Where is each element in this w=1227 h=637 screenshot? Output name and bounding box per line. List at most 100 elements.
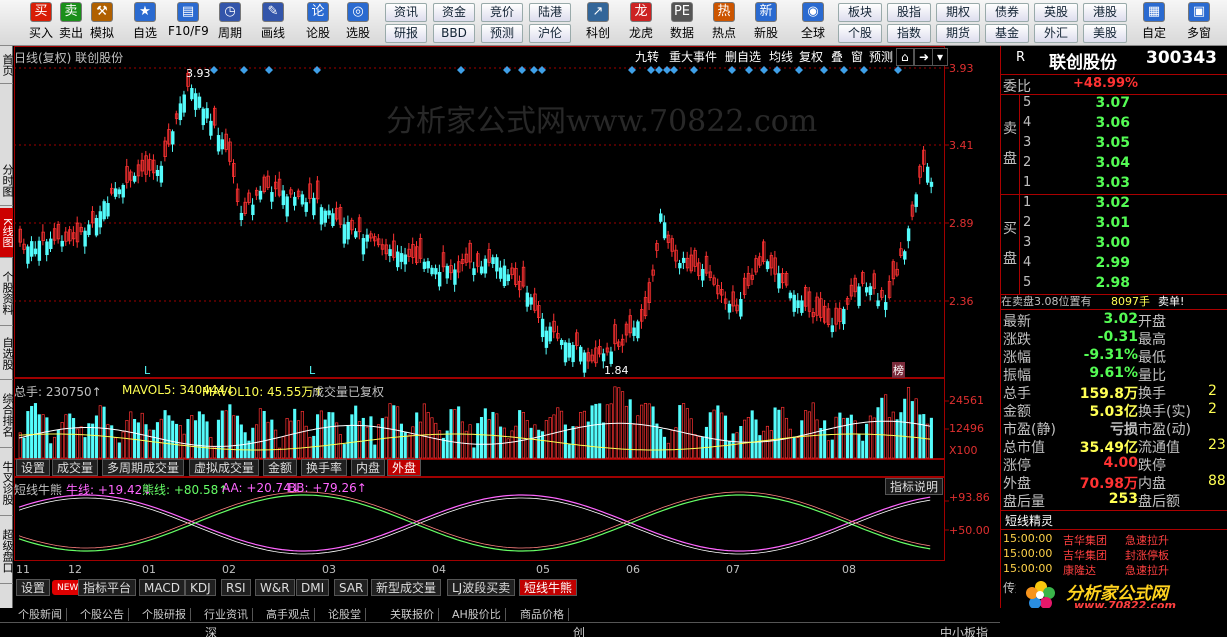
tab-diagnosis[interactable]: 牛叉诊股 xyxy=(0,450,13,516)
sell-level-row[interactable]: 5 3.07 xyxy=(1001,95,1227,115)
toolbar: 买买入 卖卖出 ⚒ 模拟 ★ 自选 ▤ F10/F9 ◷ 周期 ✎ 画线 论论股 ◎ 选股 … xyxy=(0,0,1227,46)
news-tab[interactable]: 个股新闻 xyxy=(14,608,67,621)
multiwindow-button[interactable]: ▣ 多窗 xyxy=(1183,2,1215,41)
market-sme-index[interactable]: 中小板指 xyxy=(940,624,988,637)
vol-tab-multi-period[interactable]: 多周期成交量 xyxy=(102,459,185,476)
f10-button[interactable]: ▤ F10/F9 xyxy=(168,2,209,38)
ind-tab-rsi[interactable]: RSI xyxy=(221,579,251,596)
market-chinext[interactable]: 创 xyxy=(573,624,585,637)
chevron-down-icon[interactable]: ▾ xyxy=(932,48,949,66)
news-tab[interactable]: AH股价比 xyxy=(448,608,506,621)
buy-level-row[interactable]: 3 3.00 xyxy=(1001,235,1227,255)
vol-tab-virtual[interactable]: 虚拟成交量 xyxy=(189,459,260,476)
ind-tab-lj-wave[interactable]: LJ波段买卖 xyxy=(447,579,516,596)
lock-icon[interactable]: ⌂ xyxy=(896,48,914,66)
ind-tab-platform[interactable]: 指标平台 xyxy=(78,579,137,596)
sell-button[interactable]: 卖卖出 xyxy=(58,2,84,41)
data-button[interactable]: PE 数据 xyxy=(666,2,698,41)
draw-line-button[interactable]: ✎ 画线 xyxy=(258,2,288,41)
ind-tab-kdj[interactable]: KDJ xyxy=(185,579,216,596)
tab-moving-average[interactable]: 均线 xyxy=(764,48,799,66)
tab-watchlist[interactable]: 自选股 xyxy=(0,328,13,380)
forecast-grid-button[interactable]: 预测 xyxy=(481,24,523,43)
rank-marker[interactable]: 榜 xyxy=(892,362,905,378)
fund-grid-button[interactable]: 资金 xyxy=(433,3,475,22)
ind-tab-wr[interactable]: W&R xyxy=(255,579,295,596)
index-grid-button[interactable]: 指数 xyxy=(887,24,931,43)
news-tab[interactable]: 个股研报 xyxy=(138,608,191,621)
vol-tab-settings[interactable]: 设置 xyxy=(16,459,51,476)
auction-grid-button[interactable]: 竞价 xyxy=(481,3,523,22)
ind-tab-dmi[interactable]: DMI xyxy=(296,579,330,596)
simulate-button[interactable]: ⚒ 模拟 xyxy=(89,2,115,41)
sell-level-row[interactable]: 3 3.05 xyxy=(1001,135,1227,155)
ind-tab-short-bull-bear[interactable]: 短线牛熊 xyxy=(519,579,578,596)
ind-tab-settings[interactable]: 设置 xyxy=(16,579,51,596)
ind-tab-macd[interactable]: MACD xyxy=(139,579,185,596)
vol-tab-amount[interactable]: 金额 xyxy=(263,459,298,476)
funds-grid-button[interactable]: 基金 xyxy=(985,24,1029,43)
news-tab[interactable]: 关联报价 xyxy=(386,608,439,621)
buy-level-row[interactable]: 1 3.02 xyxy=(1001,195,1227,215)
market-shenzhen[interactable]: 深 xyxy=(205,624,217,637)
vol-tab-turnover[interactable]: 换手率 xyxy=(301,459,348,476)
hot-button[interactable]: 热热点 xyxy=(708,2,740,41)
news-grid-button[interactable]: 资讯 xyxy=(385,3,427,22)
index-futures-grid-button[interactable]: 股指 xyxy=(887,3,931,22)
options-grid-button[interactable]: 期权 xyxy=(936,3,980,22)
sell-level-row[interactable]: 2 3.04 xyxy=(1001,155,1227,175)
longhu-button[interactable]: 龙龙虎 xyxy=(625,2,657,41)
stock-picker-button[interactable]: ◎ 选股 xyxy=(343,2,373,41)
news-tab[interactable]: 个股公告 xyxy=(76,608,129,621)
kechuang-button[interactable]: ↗ 科创 xyxy=(582,2,614,41)
custom-button[interactable]: ▦ 自定 xyxy=(1138,2,1170,41)
tab-remove-watchlist[interactable]: 删自选 xyxy=(720,48,767,66)
vol-tab-volume[interactable]: 成交量 xyxy=(52,459,99,476)
news-tab[interactable]: 论股堂 xyxy=(324,608,366,621)
research-grid-button[interactable]: 研报 xyxy=(385,24,427,43)
discuss-button[interactable]: 论论股 xyxy=(303,2,333,41)
sector-grid-button[interactable]: 板块 xyxy=(838,3,882,22)
tab-forecast[interactable]: 预测 xyxy=(864,48,899,66)
indicator-help-button[interactable]: 指标说明 xyxy=(885,478,944,495)
us-stocks-grid-button[interactable]: 美股 xyxy=(1083,24,1127,43)
individual-grid-button[interactable]: 个股 xyxy=(838,24,882,43)
stat-label: 总市值 xyxy=(1003,440,1045,456)
tab-adjust-price[interactable]: 复权 xyxy=(794,48,829,66)
bbd-grid-button[interactable]: BBD xyxy=(433,24,475,43)
sell-level-row[interactable]: 1 3.03 xyxy=(1001,175,1227,195)
period-button[interactable]: ◷ 周期 xyxy=(215,2,245,41)
news-tab[interactable]: 商品价格 xyxy=(516,608,569,621)
forex-grid-button[interactable]: 外汇 xyxy=(1034,24,1078,43)
tab-major-events[interactable]: 重大事件 xyxy=(664,48,723,66)
tab-stock-info[interactable]: 个股资料 xyxy=(0,260,13,326)
hk-stocks-grid-button[interactable]: 港股 xyxy=(1083,3,1127,22)
tab-intraday[interactable]: 分时图 xyxy=(0,156,13,206)
news-tab[interactable]: 高手观点 xyxy=(262,608,315,621)
sell-level-row[interactable]: 4 3.06 xyxy=(1001,115,1227,135)
global-button[interactable]: ◉ 全球 xyxy=(797,2,829,41)
buy-level-row[interactable]: 4 2.99 xyxy=(1001,255,1227,275)
new-stock-button[interactable]: 新新股 xyxy=(750,2,782,41)
shanghai-london-grid-button[interactable]: 沪伦 xyxy=(529,24,571,43)
tab-home[interactable]: 首页 xyxy=(0,46,13,84)
volume-bar xyxy=(41,414,45,459)
tab-overlay[interactable]: 叠 xyxy=(826,48,849,66)
vol-tab-inner[interactable]: 内盘 xyxy=(351,459,386,476)
news-tab[interactable]: 行业资讯 xyxy=(200,608,253,621)
uk-stocks-grid-button[interactable]: 英股 xyxy=(1034,3,1078,22)
tab-ranking[interactable]: 综合排名 xyxy=(0,382,13,448)
buy-level-row[interactable]: 5 2.98 xyxy=(1001,275,1227,295)
tab-kline[interactable]: K线图 xyxy=(0,208,13,258)
hk-connect-grid-button[interactable]: 陆港 xyxy=(529,3,571,22)
buy-level-row[interactable]: 2 3.01 xyxy=(1001,215,1227,235)
vol-tab-outer[interactable]: 外盘 xyxy=(387,459,422,476)
tab-super-quote[interactable]: 超级盘口 xyxy=(0,518,13,584)
bonds-grid-button[interactable]: 债券 xyxy=(985,3,1029,22)
ind-tab-sar[interactable]: SAR xyxy=(334,579,369,596)
tab-jiuzhuan[interactable]: 九转 xyxy=(630,48,665,66)
buy-button[interactable]: 买买入 xyxy=(28,2,54,41)
futures-grid-button[interactable]: 期货 xyxy=(936,24,980,43)
ind-tab-new-volume[interactable]: 新型成交量 xyxy=(371,579,442,596)
watchlist-button[interactable]: ★ 自选 xyxy=(130,2,160,41)
